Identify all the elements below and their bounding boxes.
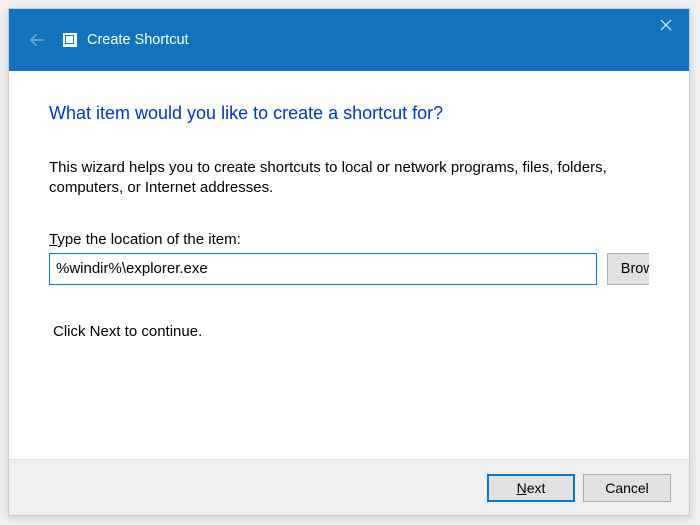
back-arrow-icon	[25, 30, 45, 50]
back-button[interactable]	[21, 26, 49, 54]
browse-text: rowse...	[630, 261, 649, 277]
wizard-heading: What item would you like to create a sho…	[49, 103, 649, 124]
continue-hint: Click Next to continue.	[53, 323, 649, 340]
next-text: ext	[527, 480, 546, 496]
next-button[interactable]: Next	[487, 474, 575, 502]
location-field-col: Type the location of the item:	[49, 231, 597, 285]
browse-accel: B	[621, 261, 631, 277]
location-label: Type the location of the item:	[49, 231, 597, 248]
wizard-footer: Next Cancel	[9, 459, 689, 515]
wizard-description: This wizard helps you to create shortcut…	[49, 158, 649, 199]
titlebar: Create Shortcut	[9, 9, 689, 71]
close-icon	[660, 19, 672, 31]
wizard-content: What item would you like to create a sho…	[9, 71, 689, 459]
next-accel: N	[517, 480, 527, 496]
location-input[interactable]	[49, 253, 597, 285]
location-label-text: ype the location of the item:	[57, 231, 240, 248]
browse-clip: Browse...	[607, 253, 649, 285]
shortcut-icon	[63, 33, 77, 47]
location-field-row: Type the location of the item: Browse...	[49, 231, 649, 285]
browse-button[interactable]: Browse...	[607, 253, 649, 285]
close-button[interactable]	[643, 9, 689, 41]
window-title: Create Shortcut	[87, 32, 189, 48]
create-shortcut-window: Create Shortcut What item would you like…	[8, 8, 690, 516]
cancel-button[interactable]: Cancel	[583, 474, 671, 502]
